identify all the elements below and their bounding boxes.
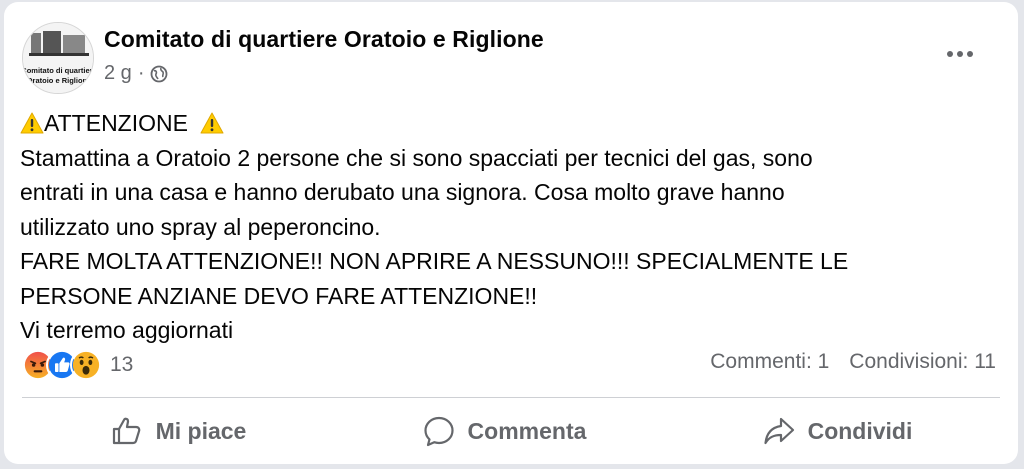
more-options-button[interactable] bbox=[940, 42, 980, 66]
post-text: ATTENZIONE Stamattina a Oratoio 2 person… bbox=[20, 106, 1000, 348]
comment-button[interactable]: Commenta bbox=[410, 408, 599, 454]
post-body-line: utilizzato uno spray al peperoncino. bbox=[20, 213, 381, 240]
warning-icon bbox=[200, 112, 224, 134]
post-body-line: Vi terremo aggiornati bbox=[20, 317, 234, 343]
reactions-summary[interactable]: 13 bbox=[22, 348, 133, 382]
post-meta: 2 g · bbox=[104, 62, 168, 85]
post-body-line: FARE MOLTA ATTENZIONE!! NON APRIRE A NES… bbox=[20, 248, 849, 274]
post-card: Comitato di quartiere Oratoio e Riglione… bbox=[4, 2, 1018, 464]
divider bbox=[22, 397, 1000, 398]
share-label: Condividi bbox=[807, 417, 913, 444]
globe-icon bbox=[151, 65, 168, 82]
reaction-count: 13 bbox=[110, 353, 134, 376]
avatar-text-line1: Comitato di quartiere bbox=[23, 66, 94, 75]
comment-icon bbox=[423, 416, 454, 447]
more-horizontal-icon bbox=[947, 51, 953, 57]
post-heading: ATTENZIONE bbox=[44, 110, 188, 136]
post-heading-line: ATTENZIONE bbox=[20, 106, 1000, 141]
comments-count[interactable]: Commenti: 1 bbox=[710, 350, 829, 374]
post-time[interactable]: 2 g bbox=[104, 62, 132, 85]
thumbs-up-icon bbox=[112, 417, 140, 445]
post-body-line: PERSONE ANZIANE DEVO FARE ATTENZIONE!! bbox=[20, 282, 538, 309]
share-icon bbox=[763, 417, 794, 445]
post-stats: Commenti: 1 Condivisioni: 11 bbox=[710, 350, 996, 374]
share-button[interactable]: Condividi bbox=[750, 408, 925, 454]
like-label: Mi piace bbox=[155, 417, 247, 444]
post-actions: Mi piace Commenta Condividi bbox=[22, 402, 1000, 460]
comment-label: Commenta bbox=[467, 417, 587, 444]
shares-count[interactable]: Condivisioni: 11 bbox=[849, 350, 996, 374]
like-button[interactable]: Mi piace bbox=[98, 408, 259, 454]
page-name[interactable]: Comitato di quartiere Oratoio e Riglione bbox=[104, 26, 544, 53]
avatar-text-line2: Oratoio e Riglione bbox=[27, 76, 92, 85]
page-avatar[interactable]: Comitato di quartiere Oratoio e Riglione bbox=[22, 22, 94, 94]
wow-reaction-icon bbox=[70, 349, 102, 381]
post-body-line: entrati in una casa e hanno derubato una… bbox=[20, 179, 785, 205]
post-body-line: Stamattina a Oratoio 2 persone che si so… bbox=[20, 144, 813, 171]
meta-separator: · bbox=[137, 62, 145, 84]
warning-icon bbox=[20, 112, 44, 134]
